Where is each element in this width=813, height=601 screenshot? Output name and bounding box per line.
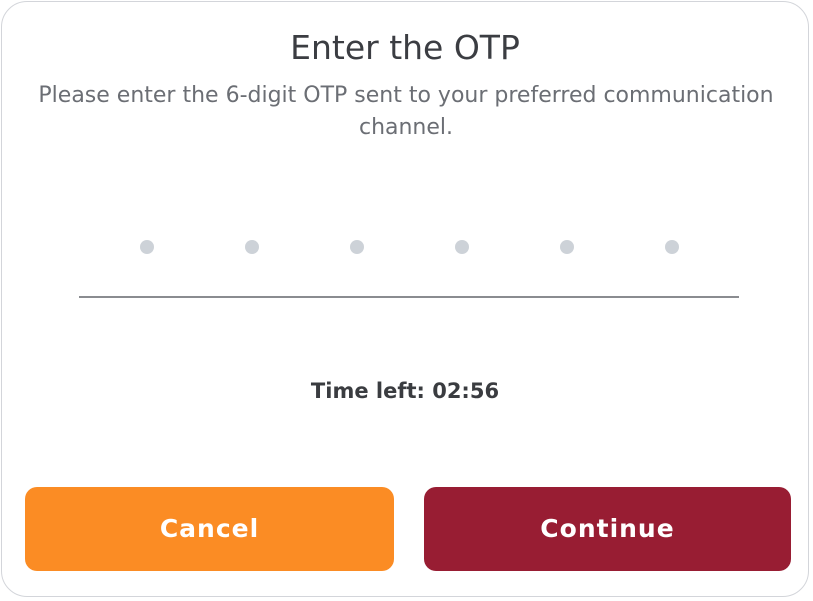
cancel-button[interactable]: Cancel [25,487,394,571]
otp-input[interactable] [79,224,739,298]
otp-digit-placeholder-2 [245,240,259,254]
otp-dialog: Enter the OTP Please enter the 6-digit O… [1,1,809,597]
otp-digit-placeholder-6 [665,240,679,254]
dialog-subtitle: Please enter the 6-digit OTP sent to you… [38,83,774,140]
dialog-title: Enter the OTP [290,28,520,67]
otp-digit-placeholder-3 [350,240,364,254]
time-left-text: Time left: 02:56 [310,379,500,403]
otp-digit-placeholder-1 [140,240,154,254]
otp-digit-placeholder-4 [455,240,469,254]
continue-button[interactable]: Continue [424,487,791,571]
otp-digit-placeholder-5 [560,240,574,254]
